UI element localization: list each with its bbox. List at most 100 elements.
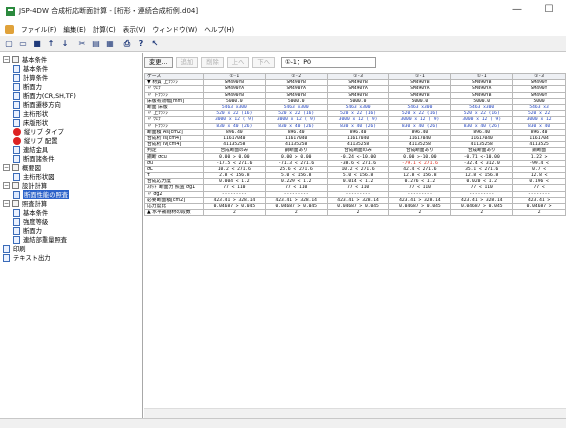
title-bar: JSP-4DW 合成桁応断面計算 - [桁形・連続合成桁例.d04] — ☐ — [0, 0, 566, 22]
app-icon — [6, 6, 15, 16]
menu-edit[interactable]: 編集(E) — [63, 24, 86, 34]
tree-item-label: 断面諸条件 — [23, 156, 55, 163]
tree-item[interactable]: テキスト出力 — [3, 253, 51, 262]
tree-item[interactable]: 断面性能の照査 — [13, 190, 70, 199]
tree-item[interactable]: 主桁形状図 — [13, 172, 54, 181]
menu-window[interactable]: ウィンドウ(W) — [153, 24, 198, 34]
tree-item-label: 断面性能の照査 — [23, 190, 70, 199]
table-cell[interactable]: 2 — [450, 209, 514, 217]
help-icon[interactable]: ? — [135, 38, 147, 50]
tree-item[interactable]: 計算条件 — [13, 73, 48, 82]
paste-icon[interactable]: ▦ — [104, 38, 116, 50]
collapse-icon[interactable]: − — [3, 56, 10, 63]
toolbar: ▢ ▭ ■ ↑ ↓ ✂ ▤ ▦ ⎙ ? ↖ — [0, 36, 566, 52]
save-icon[interactable]: ■ — [31, 38, 43, 50]
tree-item[interactable]: 連結部重量照査 — [13, 235, 67, 244]
folder-icon — [12, 164, 19, 171]
copy-icon[interactable]: ▤ — [90, 38, 102, 50]
collapse-icon[interactable]: − — [3, 182, 10, 189]
tree-item[interactable]: 縦リブ タイプ — [13, 127, 64, 136]
document-icon — [13, 73, 20, 82]
tree-item-label: 連結部重量照査 — [23, 237, 68, 244]
up-icon[interactable]: ↑ — [45, 38, 57, 50]
document-icon — [13, 217, 20, 226]
minimize-button[interactable]: — — [508, 3, 526, 17]
menu-view[interactable]: 表示(V) — [123, 24, 146, 34]
warning-icon — [13, 136, 21, 145]
menu-bar: ファイル(F) 編集(E) 計算(C) 表示(V) ウィンドウ(W) ヘルプ(H… — [0, 22, 566, 36]
tree-item-label: 強度等級 — [23, 219, 49, 226]
tree-item[interactable]: 基本条件 — [13, 64, 48, 73]
table-cell[interactable]: 2 — [202, 209, 266, 217]
tree-item[interactable]: 強度等級 — [13, 217, 48, 226]
tree-item[interactable]: 断面力(CR,SH,TF) — [13, 91, 76, 100]
table-cell[interactable]: 2 — [326, 209, 390, 217]
horizontal-scrollbar[interactable] — [144, 408, 566, 418]
tree-item-label: 基本条件 — [23, 66, 49, 73]
row-label: ｽﾀｯﾄﾞ断面力 照査 σg1 — [144, 184, 204, 192]
insert-button[interactable]: 追加 — [175, 56, 199, 68]
move-down-button[interactable]: 下へ — [252, 56, 275, 68]
tree-item[interactable]: 断面諸条件 — [13, 154, 54, 163]
down-icon[interactable]: ↓ — [59, 38, 71, 50]
tree-item-label: 断面力 — [23, 84, 42, 91]
document-icon — [13, 226, 20, 235]
case-select[interactable]: ①-1：P0 — [280, 56, 376, 68]
folder-icon — [12, 56, 19, 63]
tree-item-label: 縦リブ 配置 — [24, 138, 58, 145]
row-label: ▲ 水平補剛材の段数 — [144, 209, 204, 217]
document-icon — [13, 145, 20, 154]
print-icon[interactable]: ⎙ — [121, 38, 133, 50]
document-icon — [13, 208, 20, 217]
tree-item[interactable]: 主桁形状 — [13, 109, 48, 118]
pointer-help-icon[interactable]: ↖ — [149, 38, 161, 50]
table-cell[interactable]: 2 — [388, 209, 452, 217]
collapse-icon[interactable]: − — [3, 164, 10, 171]
tree-item-label: 印刷 — [13, 246, 26, 253]
tree-item[interactable]: 縦リブ 配置 — [13, 136, 58, 145]
table-cell[interactable]: 2 — [264, 209, 328, 217]
tree-item[interactable]: 印刷 — [3, 244, 26, 253]
tree-item[interactable]: − 概要図 — [3, 163, 41, 172]
tree-item[interactable]: 床版形状 — [13, 118, 48, 127]
tree-item[interactable]: 断面力 — [13, 226, 42, 235]
tree-item[interactable]: 基本条件 — [13, 208, 48, 217]
tree-item[interactable]: 連結金具 — [13, 145, 48, 154]
menu-file[interactable]: ファイル(F) — [21, 24, 56, 34]
tree-item-label: 床版形状 — [23, 120, 49, 127]
document-icon — [3, 244, 10, 253]
maximize-button[interactable]: ☐ — [540, 3, 558, 17]
action-bar: 変更... 追加 削除 上へ 下へ ①-1：P0 — [144, 55, 566, 69]
tree-item[interactable]: 断面力 — [13, 82, 42, 91]
folder-icon — [12, 200, 19, 207]
tree-item-label: 断面力 — [23, 228, 42, 235]
new-icon[interactable]: ▢ — [3, 38, 15, 50]
tree-item-label: 計算条件 — [23, 75, 49, 82]
tree-item-label: 縦リブ タイプ — [24, 129, 64, 136]
status-bar — [0, 418, 566, 428]
delete-button[interactable]: 削除 — [201, 56, 224, 68]
change-button[interactable]: 変更... — [144, 56, 173, 68]
cut-icon[interactable]: ✂ — [76, 38, 88, 50]
document-icon — [3, 253, 10, 262]
tree-item[interactable]: − 基本条件 — [3, 55, 47, 64]
menu-calc[interactable]: 計算(C) — [93, 24, 116, 34]
tree-item[interactable]: 断面遷移方向 — [13, 100, 61, 109]
tree-item[interactable]: − 照査計算 — [3, 199, 47, 208]
tree-item-label: 設計計算 — [22, 183, 48, 190]
tree-item-label: 基本条件 — [22, 57, 48, 64]
document-icon — [13, 91, 20, 100]
open-icon[interactable]: ▭ — [17, 38, 29, 50]
table-cell[interactable]: 2 — [512, 209, 566, 217]
menu-help[interactable]: ヘルプ(H) — [204, 24, 234, 34]
move-up-button[interactable]: 上へ — [226, 56, 250, 68]
menu-app-icon[interactable] — [5, 24, 14, 34]
tree-item-label: 概要図 — [22, 165, 41, 172]
tree-item[interactable]: − 設計計算 — [3, 181, 47, 190]
window-title: JSP-4DW 合成桁応断面計算 - [桁形・連続合成桁例.d04] — [19, 7, 199, 15]
collapse-icon[interactable]: − — [3, 200, 10, 207]
tree-item-label: 断面遷移方向 — [23, 102, 61, 109]
document-icon — [13, 82, 20, 91]
warning-icon — [13, 127, 21, 136]
tree-item-label: 連結金具 — [23, 147, 49, 154]
